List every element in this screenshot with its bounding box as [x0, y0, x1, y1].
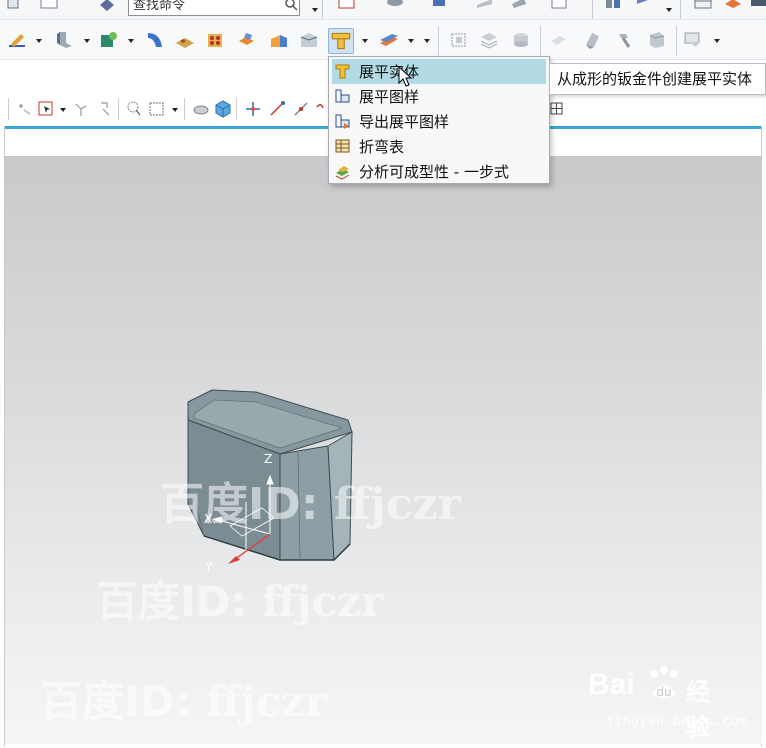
toolbar-icon[interactable] [2, 0, 24, 16]
blank-sheet-icon[interactable] [38, 0, 60, 14]
mouse-cursor-icon [398, 66, 413, 87]
menu-item-bend-table[interactable]: 折弯表 [329, 134, 549, 159]
annotation-icon[interactable] [682, 29, 704, 51]
flag-icon[interactable] [632, 0, 654, 14]
chevron-down-icon[interactable] [424, 39, 430, 43]
bend-icon[interactable] [236, 29, 258, 51]
graphics-window[interactable] [5, 156, 762, 744]
toolbar-separator [592, 0, 593, 19]
coins-icon[interactable] [510, 29, 532, 51]
eraser-tool-icon[interactable] [190, 98, 212, 120]
block-icon[interactable] [428, 0, 450, 14]
monitor-icon[interactable] [748, 0, 766, 14]
panel-icon[interactable] [602, 0, 624, 14]
snap-point-icon[interactable] [14, 98, 36, 120]
baidu-logo: Bai du 经验 [588, 662, 728, 741]
corner-icon[interactable] [268, 29, 290, 51]
flange-icon[interactable] [98, 29, 120, 51]
chevron-down-icon[interactable] [36, 39, 42, 43]
chevron-down-icon[interactable] [60, 108, 66, 112]
sheet-tools-icon[interactable] [378, 29, 400, 51]
flat-pattern-icon [335, 89, 350, 103]
toolbar-separator [322, 0, 323, 19]
snap-line-icon[interactable] [266, 98, 288, 120]
tooltip: 从成形的钣金件创建展平实体 [549, 63, 766, 95]
menu-item-label: 分析可成型性 - 一步式 [359, 163, 509, 181]
sheet-fold-icon[interactable] [582, 29, 604, 51]
punch-icon[interactable] [204, 29, 226, 51]
chevron-down-icon[interactable] [172, 108, 178, 112]
sheet-icon[interactable] [474, 0, 496, 14]
rectangle-select-icon[interactable] [146, 98, 168, 120]
watermark: 百度ID: ffjczr [96, 577, 384, 626]
flat-solid-icon [335, 64, 350, 79]
snap-endpoint-icon[interactable] [242, 98, 264, 120]
toolbar-separator [680, 0, 681, 19]
move-icon[interactable] [70, 98, 92, 120]
lasso-icon[interactable] [124, 98, 146, 120]
menu-item-formability-analysis[interactable]: 分析可成型性 - 一步式 [329, 159, 549, 184]
menu-item-label: 展平图样 [359, 88, 420, 106]
toolbar-separator [438, 26, 439, 56]
view-icon[interactable] [96, 0, 118, 16]
tab-feature-icon[interactable] [54, 29, 76, 51]
toolbar-separator [8, 98, 9, 120]
menu-item-label: 导出展平图样 [359, 113, 450, 131]
svg-text:du: du [656, 685, 671, 699]
sheet-metal-toolbar [0, 20, 766, 60]
top-toolbar: 查找命令 [0, 0, 766, 20]
calendar-icon[interactable] [336, 0, 358, 14]
disk-icon[interactable] [384, 0, 406, 14]
baidu-url: jingyan.baidu.com [606, 714, 748, 729]
menu-item-flat-pattern[interactable]: 展平图样 [329, 84, 549, 109]
chevron-down-icon[interactable] [312, 8, 318, 12]
solid-body-icon[interactable] [646, 29, 668, 51]
toolbar-separator [184, 98, 185, 120]
export-flat-pattern-icon [335, 114, 350, 129]
hammer-icon[interactable] [614, 29, 636, 51]
contour-flange-icon[interactable] [144, 29, 166, 51]
triad-z-label: Z [264, 452, 273, 466]
chevron-down-icon[interactable] [128, 39, 134, 43]
louver-icon[interactable] [174, 29, 196, 51]
toolbar-separator [676, 26, 677, 56]
menu-item-export-flat-pattern[interactable]: 导出展平图样 [329, 109, 549, 134]
snap-midpoint-icon[interactable] [290, 98, 312, 120]
bend-table-icon [335, 139, 350, 153]
bounding-box-icon[interactable] [448, 29, 470, 51]
chevron-down-icon[interactable] [84, 39, 90, 43]
formability-analysis-icon [335, 166, 350, 180]
chevron-down-icon[interactable] [714, 39, 720, 43]
flat-solid-button[interactable] [328, 28, 354, 54]
command-finder-input[interactable]: 查找命令 [128, 0, 300, 16]
unbend-icon[interactable] [298, 29, 320, 51]
toolbar-separator [118, 98, 119, 120]
frame-icon[interactable] [548, 0, 570, 14]
paw-icon: du [650, 666, 678, 699]
eraser-icon[interactable] [548, 29, 570, 51]
watermark: 百度ID: ffjczr [40, 677, 328, 726]
watermark: 百度ID: ffjczr [160, 479, 461, 530]
toolbar-separator [540, 26, 541, 56]
menu-item-label: 折弯表 [359, 138, 405, 156]
sketch-icon[interactable] [6, 29, 28, 51]
flat-solid-dropdown-menu: 展平实体 展平图样 导出展平图样 折弯表 分析可成型性 - 一步式 [328, 56, 550, 184]
shaded-icon[interactable] [508, 0, 530, 14]
chevron-down-icon[interactable] [362, 39, 368, 43]
chevron-down-icon[interactable] [666, 8, 672, 12]
chevron-down-icon[interactable] [408, 39, 414, 43]
search-icon[interactable] [280, 0, 302, 16]
table-icon[interactable] [692, 0, 714, 14]
toolbar-separator [236, 98, 237, 120]
rotate-icon[interactable] [94, 98, 116, 120]
menu-item-flat-solid[interactable]: 展平实体 [332, 59, 546, 84]
stack-icon[interactable] [478, 29, 500, 51]
select-box-icon[interactable] [36, 98, 58, 120]
layers-icon[interactable] [722, 0, 744, 14]
cube-select-icon[interactable] [212, 98, 234, 120]
